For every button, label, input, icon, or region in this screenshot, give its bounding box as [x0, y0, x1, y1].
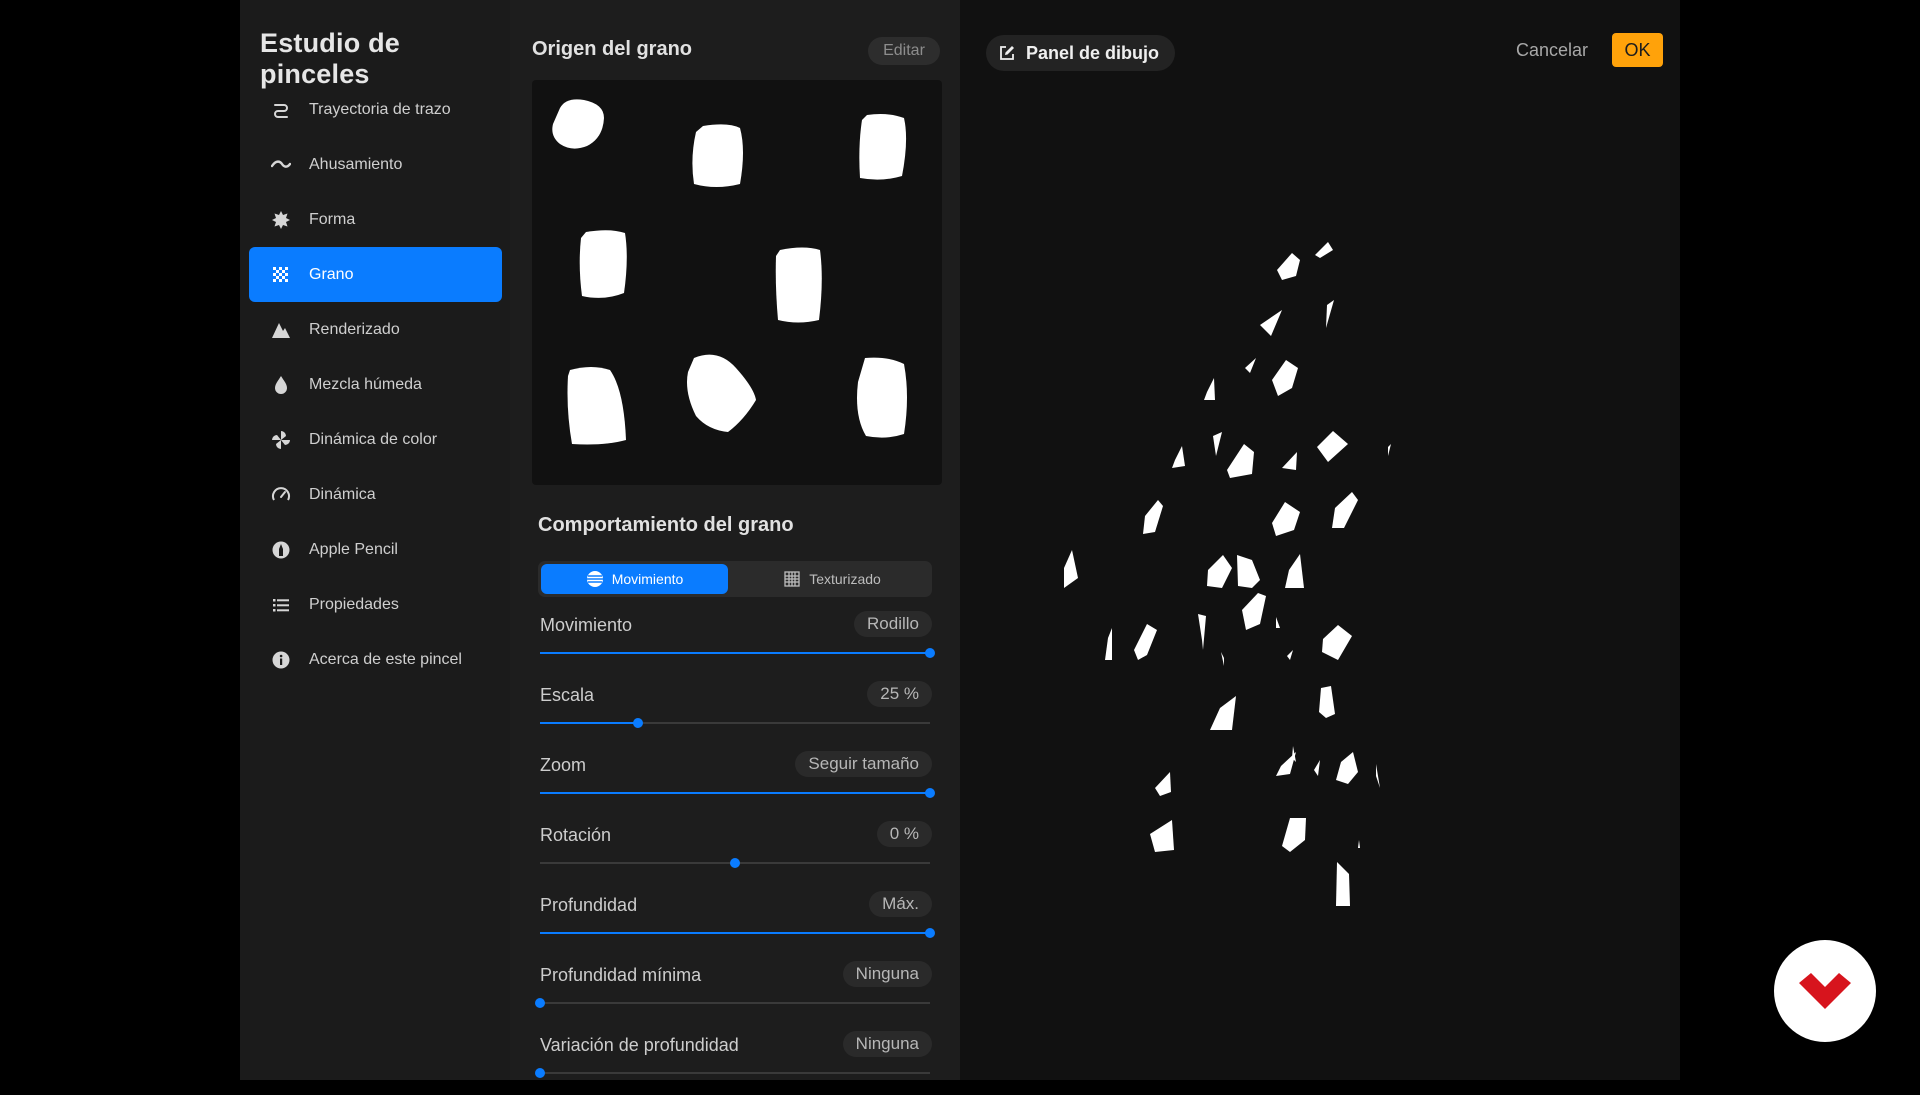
- grain-behavior-title: Comportamiento del grano: [538, 514, 794, 536]
- slider-knob[interactable]: [925, 788, 935, 798]
- setting-value-button[interactable]: 0 %: [876, 821, 932, 847]
- setting-rotation: Rotación 0 %: [538, 821, 932, 885]
- wet-mix-icon: [261, 375, 301, 395]
- brush-stroke-preview: [1064, 242, 1391, 906]
- movement-mode-tab[interactable]: Movimiento: [541, 564, 728, 594]
- sidebar-item-label: Forma: [309, 210, 356, 228]
- sidebar-item-label: Renderizado: [309, 320, 400, 338]
- slider-fill: [540, 932, 930, 934]
- grain-settings-panel: Origen del grano Editar Comportamiento d…: [510, 0, 960, 1080]
- sidebar-item-grain[interactable]: Grano: [249, 247, 502, 302]
- setting-movement: Movimiento Rodillo: [538, 611, 935, 675]
- sidebar-item-about[interactable]: Acerca de este pincel: [249, 632, 502, 687]
- slider-knob[interactable]: [730, 858, 740, 868]
- setting-value-button[interactable]: Ninguna: [842, 1031, 932, 1057]
- slider-knob[interactable]: [925, 928, 935, 938]
- info-icon: [261, 650, 301, 670]
- grain-icon: [261, 265, 301, 285]
- sidebar-item-label: Mezcla húmeda: [309, 375, 422, 393]
- grain-source-title: Origen del grano: [532, 38, 693, 60]
- slider-fill: [540, 792, 930, 794]
- drawing-pad[interactable]: Panel de dibujo Cancelar OK: [960, 0, 1680, 1080]
- taper-icon: [261, 155, 301, 175]
- depth-slider[interactable]: [540, 928, 935, 938]
- grain-source-preview[interactable]: [532, 80, 942, 485]
- sidebar-item-label: Ahusamiento: [309, 155, 403, 173]
- grain-mode-segmented-control: Movimiento Texturizado: [538, 561, 932, 597]
- sidebar-item-dynamics[interactable]: Dinámica: [249, 467, 502, 522]
- sidebar-menu: Trayectoria de trazo Ahusamiento Forma G…: [249, 82, 502, 687]
- dynamics-icon: [261, 485, 301, 505]
- setting-value-button[interactable]: Máx.: [869, 891, 932, 917]
- setting-zoom: Zoom Seguir tamaño: [538, 751, 935, 815]
- rendering-icon: [261, 320, 301, 340]
- sidebar-item-taper[interactable]: Ahusamiento: [249, 137, 502, 192]
- setting-label: Profundidad mínima: [540, 965, 702, 985]
- setting-label: Zoom: [540, 755, 587, 775]
- movement-slider[interactable]: [540, 648, 935, 658]
- slider-knob[interactable]: [535, 998, 545, 1008]
- textured-mode-icon: [784, 571, 800, 587]
- sidebar-item-color-dynamics[interactable]: Dinámica de color: [249, 412, 502, 467]
- slider-fill: [540, 652, 930, 654]
- edit-grain-button[interactable]: Editar: [868, 37, 940, 65]
- sidebar: Estudio de pinceles Trayectoria de trazo…: [240, 0, 510, 1080]
- rotation-slider[interactable]: [540, 858, 930, 868]
- textured-mode-label: Texturizado: [809, 571, 881, 587]
- setting-depth-jitter: Variación de profundidad Ninguna: [535, 1031, 932, 1095]
- slider-knob[interactable]: [925, 648, 935, 658]
- movement-mode-icon: [586, 571, 603, 587]
- sidebar-item-label: Grano: [309, 265, 354, 283]
- setting-value-button[interactable]: Rodillo: [854, 611, 932, 637]
- sidebar-item-label: Trayectoria de trazo: [309, 100, 451, 118]
- sidebar-item-label: Dinámica de color: [309, 430, 438, 448]
- color-dynamics-icon: [261, 430, 301, 450]
- setting-label: Variación de profundidad: [540, 1035, 739, 1055]
- setting-value-button[interactable]: 25 %: [867, 681, 932, 707]
- setting-minimum-depth: Profundidad mínima Ninguna: [535, 961, 932, 1025]
- setting-label: Profundidad: [540, 895, 638, 915]
- sidebar-item-stroke-path[interactable]: Trayectoria de trazo: [249, 82, 502, 137]
- sidebar-item-label: Propiedades: [309, 595, 399, 613]
- setting-label: Rotación: [540, 825, 612, 845]
- sidebar-item-rendering[interactable]: Renderizado: [249, 302, 502, 357]
- slider-knob[interactable]: [535, 1068, 545, 1078]
- slider-fill: [540, 722, 638, 724]
- movement-mode-label: Movimiento: [611, 571, 684, 587]
- sidebar-item-properties[interactable]: Propiedades: [249, 577, 502, 632]
- sidebar-item-label: Acerca de este pincel: [309, 650, 462, 668]
- setting-scale: Escala 25 %: [538, 681, 932, 745]
- setting-label: Escala: [540, 685, 595, 705]
- sidebar-item-wet-mix[interactable]: Mezcla húmeda: [249, 357, 502, 412]
- brand-logo: [1774, 940, 1876, 1042]
- minimum-depth-slider[interactable]: [535, 998, 930, 1008]
- properties-icon: [261, 595, 301, 615]
- zoom-slider[interactable]: [540, 788, 935, 798]
- brush-studio: Estudio de pinceles Trayectoria de trazo…: [240, 0, 1680, 1080]
- setting-depth: Profundidad Máx.: [538, 891, 935, 955]
- setting-label: Movimiento: [540, 615, 633, 635]
- slider-knob[interactable]: [632, 718, 643, 728]
- scale-slider[interactable]: [540, 718, 930, 728]
- setting-value-button[interactable]: Seguir tamaño: [795, 751, 932, 777]
- sidebar-item-apple-pencil[interactable]: Apple Pencil: [249, 522, 502, 577]
- sidebar-item-shape[interactable]: Forma: [249, 192, 502, 247]
- sidebar-item-label: Apple Pencil: [309, 540, 398, 558]
- sidebar-item-label: Dinámica: [309, 485, 376, 503]
- brand-logo-icon: [1799, 973, 1851, 1009]
- depth-jitter-slider[interactable]: [535, 1068, 930, 1078]
- sidebar-title: Estudio de pinceles: [260, 28, 401, 89]
- apple-pencil-icon: [261, 540, 301, 560]
- setting-value-button[interactable]: Ninguna: [842, 961, 932, 987]
- shape-icon: [261, 210, 301, 230]
- textured-mode-tab[interactable]: Texturizado: [735, 564, 929, 594]
- stroke-path-icon: [261, 100, 301, 120]
